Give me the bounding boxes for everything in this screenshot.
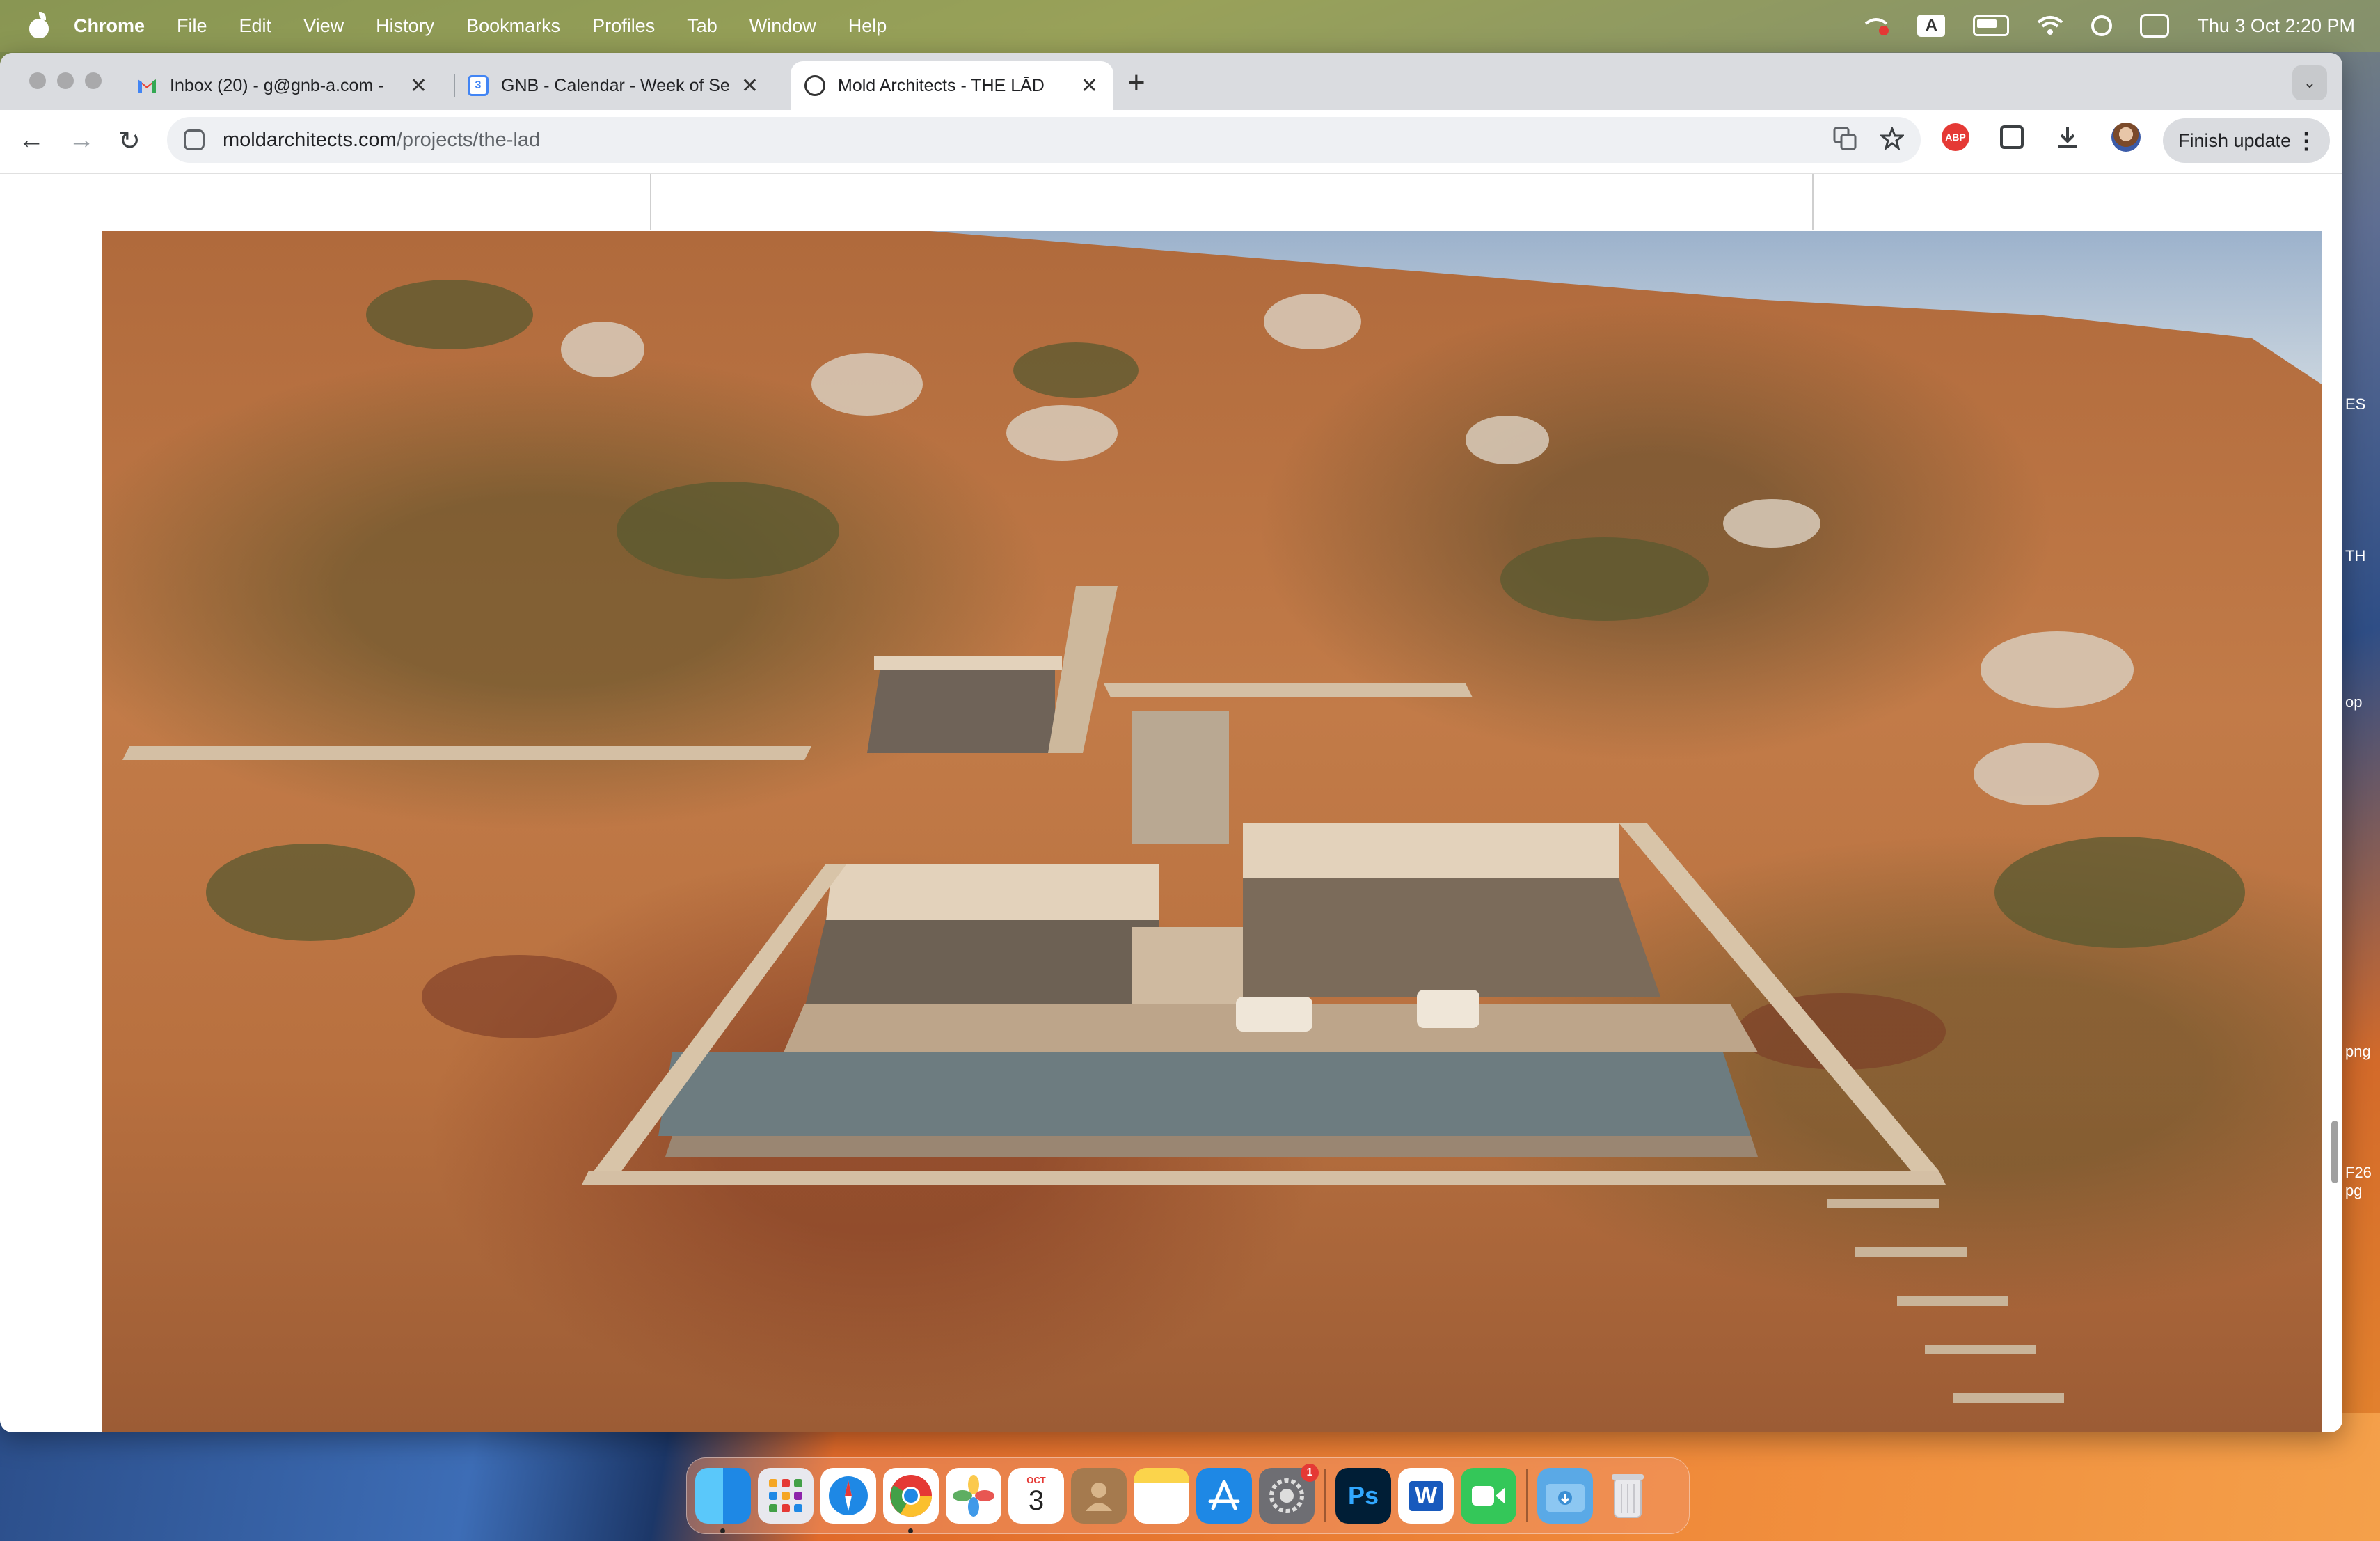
site-info-icon[interactable] — [184, 129, 205, 150]
calendar-icon: 3 — [468, 75, 489, 96]
reload-icon[interactable]: ↻ — [118, 125, 141, 157]
dock: OCT 3 1 Ps W — [686, 1457, 1690, 1534]
menu-bookmarks[interactable]: Bookmarks — [466, 15, 560, 37]
browser-window: Inbox (20) - g@gnb-a.com - ✕ 3 GNB - Cal… — [0, 53, 2342, 1432]
app-store-icon[interactable] — [1196, 1468, 1252, 1524]
menu-help[interactable]: Help — [848, 15, 887, 37]
battery-icon[interactable] — [1973, 15, 2010, 36]
gmail-icon — [138, 79, 156, 93]
adblock-icon[interactable]: ABP — [1942, 123, 1969, 151]
side-label: png — [2345, 1043, 2371, 1060]
tab-mold-architects[interactable]: Mold Architects - THE LĀD ✕ — [791, 61, 1113, 110]
settings-badge: 1 — [1301, 1464, 1319, 1482]
word-icon[interactable]: W — [1398, 1468, 1454, 1524]
more-menu-icon[interactable]: ⋮ — [2295, 127, 2317, 154]
trash-icon[interactable] — [1600, 1468, 1656, 1524]
wifi-icon[interactable] — [2037, 15, 2063, 36]
menu-window[interactable]: Window — [749, 15, 816, 37]
bookmark-star-icon[interactable] — [1880, 127, 1904, 150]
launchpad-icon[interactable] — [758, 1468, 814, 1524]
side-label: TH — [2345, 547, 2366, 564]
menu-view[interactable]: View — [303, 15, 344, 37]
calendar-day: 3 — [1028, 1485, 1045, 1516]
running-indicator — [908, 1528, 913, 1533]
facetime-icon[interactable] — [1461, 1468, 1516, 1524]
menu-history[interactable]: History — [376, 15, 434, 37]
profile-avatar[interactable] — [2111, 123, 2141, 152]
side-label: op — [2345, 693, 2363, 711]
tab-inbox[interactable]: Inbox (20) - g@gnb-a.com - ✕ — [136, 61, 443, 110]
tab-title: Mold Architects - THE LĀD — [838, 75, 1045, 95]
system-settings-icon[interactable]: 1 — [1259, 1464, 1319, 1524]
control-center-icon[interactable] — [2140, 14, 2170, 38]
photoshop-icon[interactable]: Ps — [1335, 1468, 1391, 1524]
column-divider — [1812, 174, 1814, 230]
tab-strip: Inbox (20) - g@gnb-a.com - ✕ 3 GNB - Cal… — [0, 53, 2342, 110]
tab-close-icon[interactable]: ✕ — [741, 74, 759, 98]
contacts-icon[interactable] — [1071, 1468, 1127, 1524]
window-minimize-icon[interactable] — [57, 72, 74, 89]
photos-icon[interactable] — [946, 1468, 1001, 1524]
notes-icon[interactable] — [1134, 1468, 1189, 1524]
finish-update-button[interactable]: Finish update ⋮ — [2163, 118, 2330, 163]
menu-tab[interactable]: Tab — [687, 15, 717, 37]
download-icon[interactable] — [2054, 124, 2081, 150]
side-label: ES — [2345, 395, 2366, 413]
page-scrollbar[interactable] — [2331, 1121, 2338, 1183]
url-path: /projects/the-lad — [396, 128, 541, 151]
page-content — [0, 174, 2342, 1432]
tab-close-icon[interactable]: ✕ — [1081, 74, 1098, 98]
forward-arrow-icon[interactable]: → — [68, 125, 95, 155]
word-label: W — [1409, 1480, 1443, 1511]
chrome-icon[interactable] — [883, 1468, 939, 1533]
back-arrow-icon[interactable]: ← — [18, 125, 45, 155]
calendar-month: OCT — [1026, 1475, 1046, 1485]
tab-calendar[interactable]: 3 GNB - Calendar - Week of Se ✕ — [468, 61, 774, 110]
column-divider — [650, 174, 651, 230]
calendar-app-icon[interactable]: OCT 3 — [1008, 1468, 1064, 1524]
dock-divider — [1324, 1469, 1326, 1522]
input-source-icon[interactable]: A — [1917, 15, 1946, 37]
safari-icon[interactable] — [820, 1468, 876, 1524]
side-label: F26 pg — [2345, 1164, 2372, 1199]
menu-edit[interactable]: Edit — [239, 15, 272, 37]
menu-bar: Chrome File Edit View History Bookmarks … — [0, 0, 2380, 52]
tab-search-button[interactable]: ⌄ — [2292, 65, 2327, 100]
new-tab-button[interactable]: + — [1127, 65, 1145, 100]
window-close-icon[interactable] — [29, 72, 46, 89]
translate-icon[interactable] — [1833, 127, 1857, 150]
vpn-status-icon[interactable] — [1863, 15, 1889, 36]
tab-divider — [454, 74, 455, 97]
running-indicator — [720, 1528, 725, 1533]
tab-close-icon[interactable]: ✕ — [410, 74, 427, 98]
menubar-clock[interactable]: Thu 3 Oct 2:20 PM — [2197, 15, 2355, 37]
browser-toolbar: ← → ↻ moldarchitects.com/projects/the-la… — [0, 110, 2342, 174]
tab-title: Inbox (20) - g@gnb-a.com - — [170, 75, 384, 95]
extensions-icon[interactable] — [2000, 125, 2024, 149]
architecture-render — [122, 280, 2245, 1403]
menu-profiles[interactable]: Profiles — [592, 15, 655, 37]
dock-divider — [1526, 1469, 1528, 1522]
url-host: moldarchitects.com — [223, 128, 397, 151]
window-zoom-icon[interactable] — [85, 72, 102, 89]
menu-app-name[interactable]: Chrome — [74, 15, 145, 37]
tab-title: GNB - Calendar - Week of Se — [501, 75, 730, 95]
menu-file[interactable]: File — [177, 15, 207, 37]
finder-icon[interactable] — [695, 1468, 751, 1533]
downloads-folder-icon[interactable] — [1537, 1468, 1593, 1524]
apple-menu-icon[interactable] — [25, 12, 53, 40]
spotlight-search-icon[interactable] — [2091, 15, 2113, 36]
finish-update-label: Finish update — [2178, 129, 2292, 151]
address-bar[interactable]: moldarchitects.com/projects/the-lad — [167, 117, 1921, 163]
project-hero-image — [102, 231, 2322, 1432]
mold-icon — [804, 75, 825, 96]
